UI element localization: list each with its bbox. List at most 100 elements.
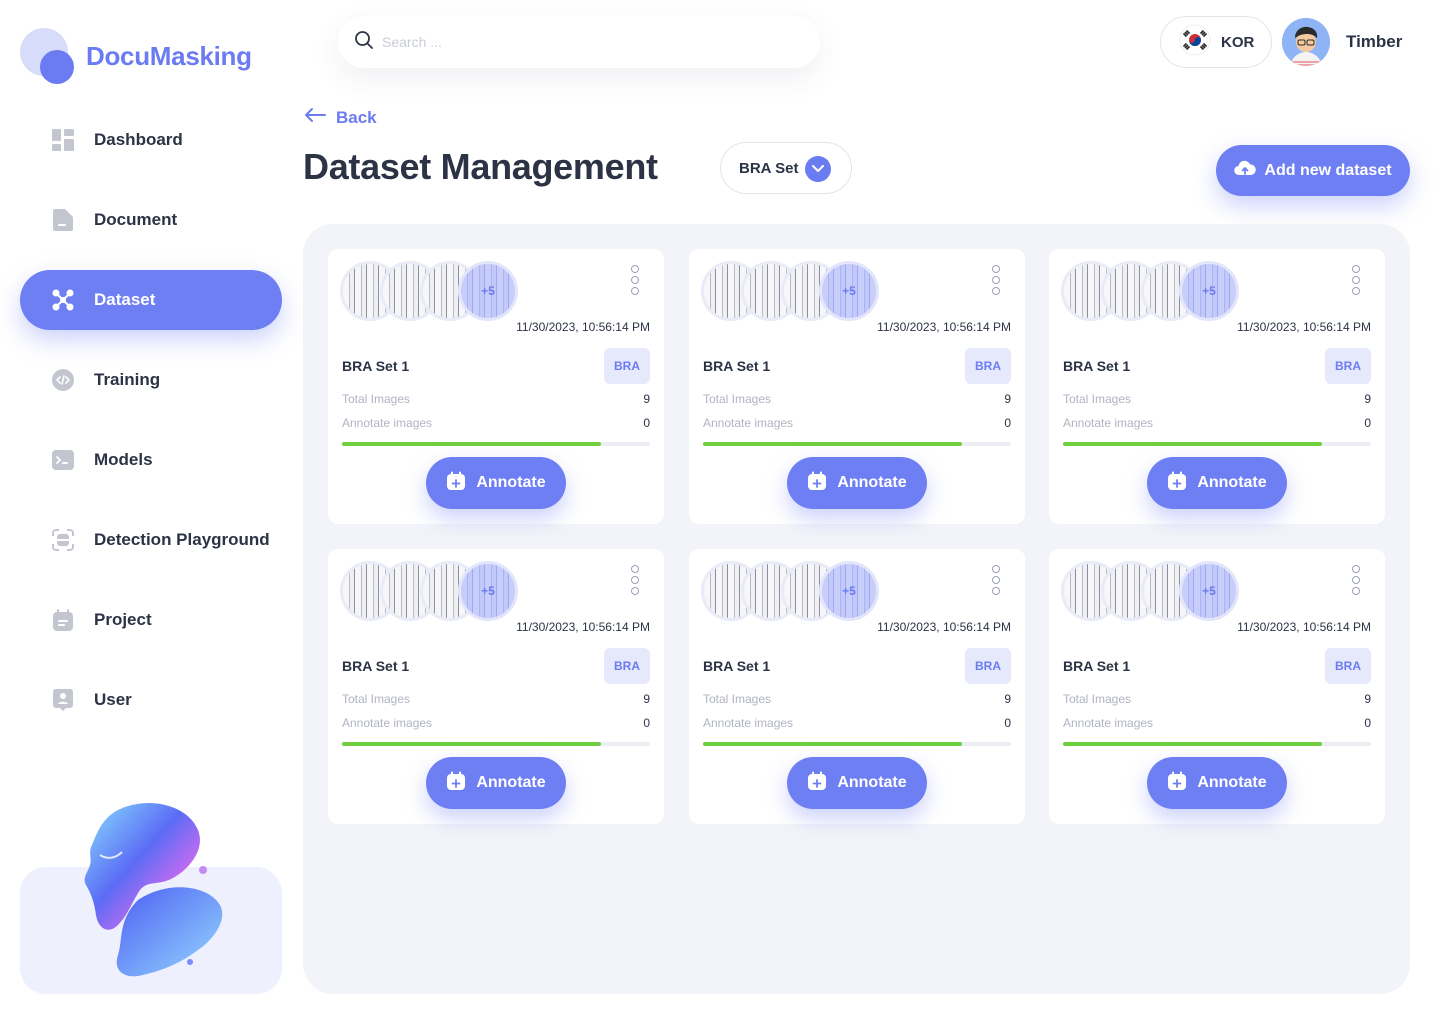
more-images-badge[interactable]: +5 — [458, 561, 518, 621]
more-options-icon[interactable] — [991, 265, 1001, 297]
more-images-badge[interactable]: +5 — [819, 561, 879, 621]
card-date: 11/30/2023, 10:56:14 PM — [1237, 620, 1371, 634]
more-options-icon[interactable] — [1351, 565, 1361, 597]
sidebar-item-user[interactable]: User — [20, 670, 282, 730]
korea-flag-icon — [1179, 24, 1211, 61]
sidebar-item-dataset[interactable]: Dataset — [20, 270, 282, 330]
more-options-icon[interactable] — [630, 565, 640, 597]
dataset-card[interactable]: +5 11/30/2023, 10:56:14 PM BRA Set 1 BRA… — [1049, 249, 1385, 524]
annotate-button[interactable]: Annotate — [1147, 457, 1287, 509]
progress-fill — [703, 742, 962, 746]
image-thumbnails: +5 — [701, 561, 881, 621]
total-images-value: 9 — [643, 392, 650, 406]
search-bar[interactable] — [338, 16, 820, 68]
sidebar-item-label: Dataset — [94, 290, 156, 309]
annotate-button[interactable]: Annotate — [787, 457, 927, 509]
more-images-badge[interactable]: +5 — [819, 261, 879, 321]
card-tag-badge: BRA — [965, 648, 1011, 684]
dataset-card[interactable]: +5 11/30/2023, 10:56:14 PM BRA Set 1 BRA… — [689, 249, 1025, 524]
annotated-images-row: Annotate images 0 — [703, 716, 1011, 730]
card-date: 11/30/2023, 10:56:14 PM — [877, 620, 1011, 634]
annotated-images-value: 0 — [1364, 416, 1371, 430]
total-images-value: 9 — [1364, 392, 1371, 406]
more-options-icon[interactable] — [1351, 265, 1361, 297]
sidebar-item-detection-playground[interactable]: Detection Playground — [20, 510, 282, 570]
total-images-value: 9 — [1004, 692, 1011, 706]
total-images-label: Total Images — [703, 692, 772, 706]
annotated-images-label: Annotate images — [342, 716, 433, 730]
annotated-images-label: Annotate images — [1063, 716, 1154, 730]
dataset-set-dropdown[interactable]: BRA Set — [720, 142, 852, 194]
annotated-images-label: Annotate images — [703, 416, 794, 430]
more-count: +5 — [842, 584, 856, 598]
document-icon — [50, 207, 76, 233]
more-count: +5 — [842, 284, 856, 298]
user-name[interactable]: Timber — [1346, 32, 1402, 52]
annotated-images-row: Annotate images 0 — [703, 416, 1011, 430]
project-icon — [50, 607, 76, 633]
annotate-button[interactable]: Annotate — [1147, 757, 1287, 809]
calendar-add-icon — [807, 471, 827, 496]
annotate-button[interactable]: Annotate — [787, 757, 927, 809]
search-icon — [354, 30, 374, 55]
more-options-icon[interactable] — [991, 565, 1001, 597]
more-count: +5 — [481, 584, 495, 598]
sidebar-item-project[interactable]: Project — [20, 590, 282, 650]
annotated-images-row: Annotate images 0 — [1063, 716, 1371, 730]
app-logo[interactable]: DocuMasking — [20, 28, 252, 84]
sidebar-item-label: Document — [94, 210, 178, 229]
progress-bar — [703, 742, 1011, 746]
image-thumbnails: +5 — [701, 261, 881, 321]
card-name: BRA Set 1 — [703, 358, 771, 374]
more-images-badge[interactable]: +5 — [458, 261, 518, 321]
sidebar-item-document[interactable]: Document — [20, 190, 282, 250]
back-link[interactable]: Back — [304, 107, 377, 128]
total-images-row: Total Images 9 — [1063, 692, 1371, 706]
card-name: BRA Set 1 — [342, 358, 410, 374]
annotate-label: Annotate — [1197, 774, 1267, 791]
total-images-row: Total Images 9 — [703, 392, 1011, 406]
total-images-label: Total Images — [703, 392, 772, 406]
progress-bar — [1063, 742, 1371, 746]
progress-fill — [342, 742, 601, 746]
image-thumbnails: +5 — [1061, 561, 1241, 621]
annotated-images-label: Annotate images — [1063, 416, 1154, 430]
dashboard-icon — [50, 127, 76, 153]
dataset-card[interactable]: +5 11/30/2023, 10:56:14 PM BRA Set 1 BRA… — [1049, 549, 1385, 824]
card-date: 11/30/2023, 10:56:14 PM — [1237, 320, 1371, 334]
card-tag-badge: BRA — [1325, 648, 1371, 684]
sidebar-item-dashboard[interactable]: Dashboard — [20, 110, 282, 170]
more-images-badge[interactable]: +5 — [1179, 561, 1239, 621]
annotate-button[interactable]: Annotate — [426, 457, 566, 509]
sidebar-item-label: Dashboard — [94, 130, 183, 149]
annotate-button[interactable]: Annotate — [426, 757, 566, 809]
progress-bar — [1063, 442, 1371, 446]
annotated-images-label: Annotate images — [342, 416, 433, 430]
card-name: BRA Set 1 — [1063, 358, 1131, 374]
annotated-images-row: Annotate images 0 — [1063, 416, 1371, 430]
annotated-images-label: Annotate images — [703, 716, 794, 730]
search-input[interactable] — [382, 34, 782, 50]
total-images-row: Total Images 9 — [1063, 392, 1371, 406]
progress-fill — [342, 442, 601, 446]
sidebar-item-training[interactable]: Training — [20, 350, 282, 410]
detection-icon — [50, 527, 76, 553]
language-selector[interactable]: KOR — [1160, 16, 1272, 68]
more-options-icon[interactable] — [630, 265, 640, 297]
more-count: +5 — [481, 284, 495, 298]
add-new-dataset-button[interactable]: Add new dataset — [1216, 145, 1410, 196]
progress-fill — [1063, 442, 1322, 446]
dataset-card[interactable]: +5 11/30/2023, 10:56:14 PM BRA Set 1 BRA… — [328, 549, 664, 824]
avatar[interactable] — [1282, 18, 1330, 66]
sidebar-item-models[interactable]: Models — [20, 430, 282, 490]
dataset-card[interactable]: +5 11/30/2023, 10:56:14 PM BRA Set 1 BRA… — [328, 249, 664, 524]
dataset-card[interactable]: +5 11/30/2023, 10:56:14 PM BRA Set 1 BRA… — [689, 549, 1025, 824]
back-label: Back — [336, 107, 377, 127]
cloud-upload-icon — [1234, 159, 1257, 182]
annotate-label: Annotate — [837, 774, 907, 791]
sidebar-item-label: Training — [94, 370, 161, 389]
progress-bar — [342, 442, 650, 446]
calendar-add-icon — [446, 471, 466, 496]
more-images-badge[interactable]: +5 — [1179, 261, 1239, 321]
annotate-label: Annotate — [1197, 474, 1267, 491]
